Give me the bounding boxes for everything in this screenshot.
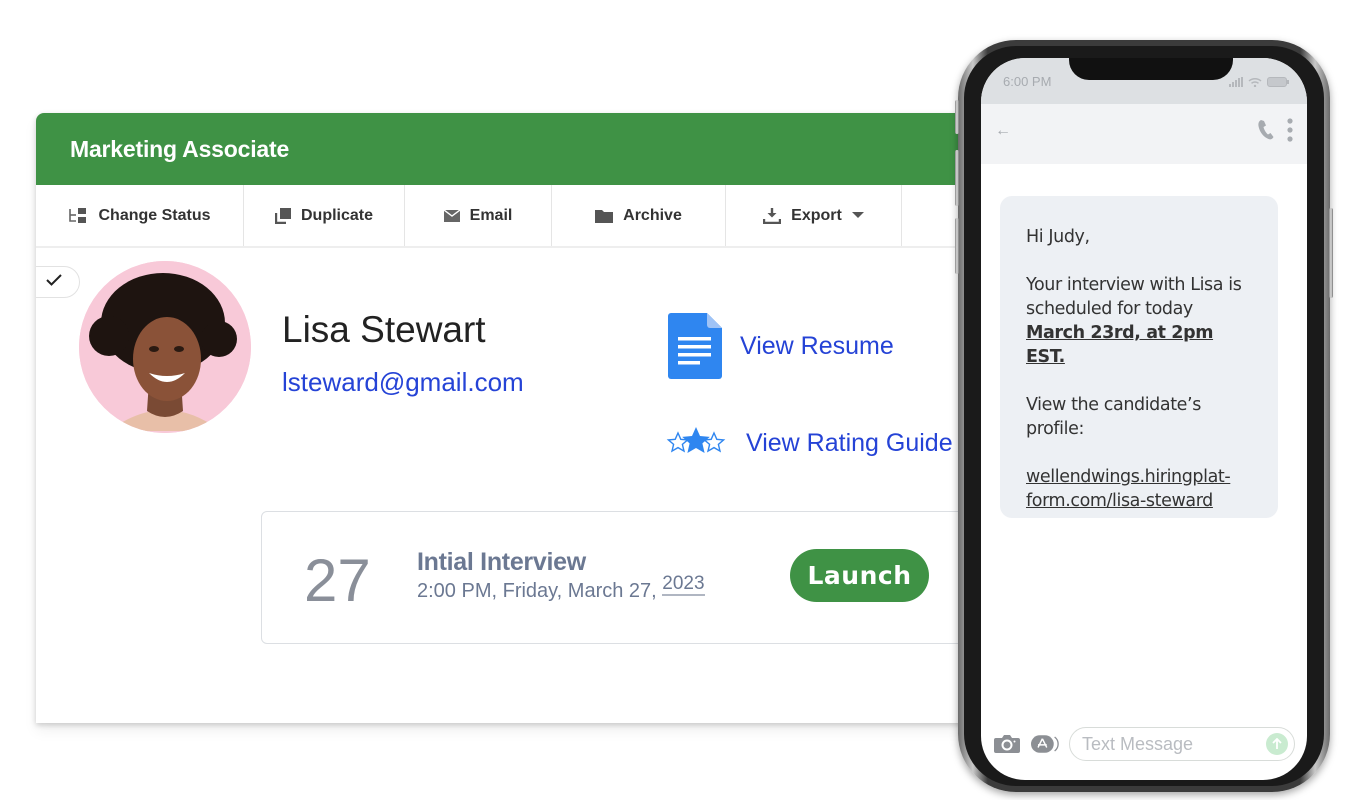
document-icon xyxy=(668,313,722,379)
interview-datetime-text: 2:00 PM, Friday, March 27, xyxy=(417,580,657,602)
duplicate-icon xyxy=(274,207,291,224)
camera-icon[interactable] xyxy=(993,733,1021,755)
candidate-profile-link[interactable]: wellendwings.hiringplat-form.com/lisa-st… xyxy=(1026,467,1231,511)
folder-icon xyxy=(595,209,614,223)
candidate-avatar xyxy=(79,261,251,433)
envelope-icon xyxy=(443,209,460,222)
phone-bezel: 6:00 PM ← Hi Judy, Your interview with L… xyxy=(964,46,1324,786)
candidate-name: Lisa Stewart xyxy=(282,309,486,350)
phone-notch xyxy=(1069,58,1233,80)
job-title: Marketing Associate xyxy=(70,135,290,162)
action-toolbar: Change Status Duplicate Email Archive Ex… xyxy=(36,185,976,248)
message-line: Your interview with Lisa is scheduled fo… xyxy=(1026,275,1242,319)
phone-side-button xyxy=(955,100,959,134)
export-dropdown-button[interactable]: Export xyxy=(726,185,902,246)
download-icon xyxy=(763,207,782,224)
job-header: Marketing Associate xyxy=(36,113,976,185)
back-arrow-icon[interactable]: ← xyxy=(995,122,1011,140)
export-label: Export xyxy=(791,206,842,224)
archive-label: Archive xyxy=(623,206,682,224)
message-composer: Text Message xyxy=(993,726,1295,762)
candidate-card: Marketing Associate Change Status Duplic… xyxy=(36,113,976,723)
signal-icon xyxy=(1229,74,1243,92)
interview-title: Intial Interview xyxy=(417,548,586,576)
status-bar: 6:00 PM xyxy=(981,58,1307,104)
email-label: Email xyxy=(469,206,513,224)
text-message-placeholder: Text Message xyxy=(1082,733,1194,754)
more-options-icon[interactable] xyxy=(1287,118,1293,147)
archive-button[interactable]: Archive xyxy=(552,185,726,246)
messages-nav-bar: ← xyxy=(981,104,1307,164)
interview-day: 27 xyxy=(304,547,371,614)
app-store-icon[interactable] xyxy=(1031,733,1059,755)
duplicate-button[interactable]: Duplicate xyxy=(244,185,405,246)
stars-icon xyxy=(666,425,726,461)
change-status-button[interactable]: Change Status xyxy=(36,185,244,246)
checkmark-icon xyxy=(46,273,62,291)
phone-volume-down-button xyxy=(955,218,959,274)
interview-card: 27 Intial Interview 2:00 PM, Friday, Mar… xyxy=(261,511,976,644)
status-icons xyxy=(1229,74,1289,92)
message-date-highlight: March 23rd, at 2pm EST. xyxy=(1026,323,1214,367)
wifi-icon xyxy=(1248,74,1262,92)
message-greeting: Hi Judy, xyxy=(1026,227,1090,247)
sms-message-bubble: Hi Judy, Your interview with Lisa is sch… xyxy=(1000,196,1278,518)
send-arrow-icon[interactable] xyxy=(1266,733,1288,755)
change-status-icon xyxy=(68,207,88,225)
phone-call-icon[interactable] xyxy=(1257,119,1275,146)
battery-icon xyxy=(1267,74,1289,92)
status-time: 6:00 PM xyxy=(1003,74,1052,89)
duplicate-label: Duplicate xyxy=(300,206,373,224)
view-rating-guide-link[interactable]: View Rating Guide xyxy=(666,425,953,461)
phone-screen: 6:00 PM ← Hi Judy, Your interview with L… xyxy=(981,58,1307,780)
message-body: Your interview with Lisa is scheduled fo… xyxy=(1026,273,1252,369)
change-status-label: Change Status xyxy=(98,206,211,224)
view-rating-guide-label: View Rating Guide xyxy=(746,428,953,457)
phone-mockup: 6:00 PM ← Hi Judy, Your interview with L… xyxy=(955,40,1333,792)
phone-volume-up-button xyxy=(955,150,959,206)
candidate-photo xyxy=(79,261,251,433)
launch-button[interactable]: Launch xyxy=(790,549,929,602)
view-resume-link[interactable]: View Resume xyxy=(668,313,894,379)
message-profile-prompt: View the candidate’s profile: xyxy=(1026,395,1201,439)
interview-year: 2023 xyxy=(662,573,705,596)
view-resume-label: View Resume xyxy=(740,331,894,360)
text-message-input[interactable]: Text Message xyxy=(1069,727,1295,761)
select-candidate-checkbox[interactable] xyxy=(36,266,80,298)
candidate-email-link[interactable]: lsteward@gmail.com xyxy=(282,367,524,398)
phone-power-button xyxy=(1329,208,1333,298)
caret-down-icon xyxy=(851,212,864,219)
interview-datetime: 2:00 PM, Friday, March 27, 2023 xyxy=(417,573,705,603)
email-button[interactable]: Email xyxy=(405,185,552,246)
